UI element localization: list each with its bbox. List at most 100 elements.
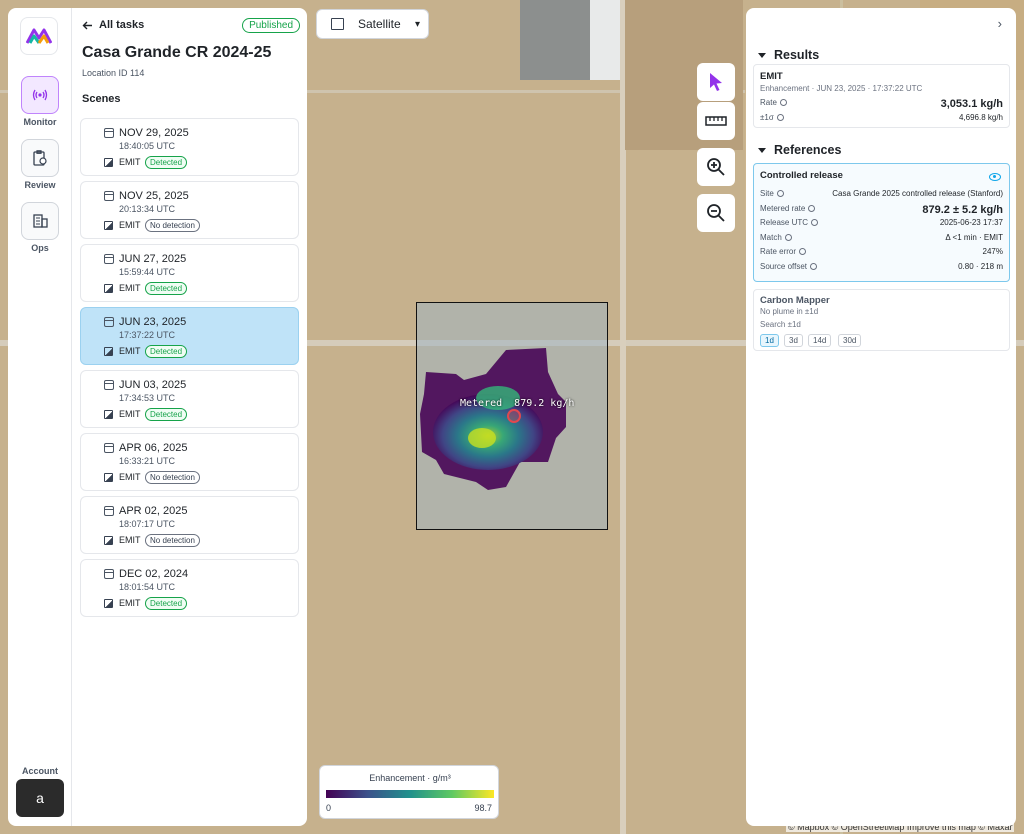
row-label: Rate error (760, 247, 797, 256)
info-icon (810, 262, 817, 270)
controlled-release-row: Match Δ <1 min · EMIT (760, 233, 1003, 242)
image-icon (104, 221, 113, 230)
scenes-heading: Scenes (82, 93, 121, 105)
scene-date: JUN 03, 2025 (119, 379, 187, 391)
arrow-left-icon (82, 21, 92, 29)
image-icon (104, 473, 113, 482)
search-window-chip[interactable]: 30d (838, 334, 862, 347)
scene-card[interactable]: DEC 02, 2024 18:01:54 UTC EMIT Detected (80, 559, 299, 617)
info-icon (784, 233, 792, 241)
nav-monitor-button[interactable] (21, 76, 59, 114)
scene-time: 17:37:22 UTC (119, 330, 176, 340)
controlled-release-title: Controlled release (760, 170, 843, 181)
measure-tool-button[interactable] (697, 102, 735, 140)
chevron-down-icon: ▾ (414, 18, 420, 30)
legend-colorbar (326, 790, 494, 798)
scene-card[interactable]: JUN 03, 2025 17:34:53 UTC EMIT Detected (80, 370, 299, 428)
calendar-icon (104, 506, 114, 516)
scene-card[interactable]: NOV 25, 2025 20:13:34 UTC EMIT No detection (80, 181, 299, 239)
scene-card[interactable]: APR 06, 2025 16:33:21 UTC EMIT No detection (80, 433, 299, 491)
controlled-release-card[interactable]: Controlled release Site Casa Grande 2025 … (753, 163, 1010, 282)
calendar-icon (104, 443, 114, 453)
row-label: Match (760, 232, 782, 242)
eye-icon[interactable] (989, 173, 1001, 181)
nav-ops-button[interactable] (21, 202, 59, 240)
source-marker[interactable] (507, 409, 521, 423)
location-id: Location ID 114 (82, 68, 145, 78)
info-icon (776, 114, 784, 121)
collapse-panel-chevron-icon[interactable]: › (998, 16, 1002, 31)
scene-sensor: EMIT (119, 535, 141, 545)
info-icon (799, 248, 807, 255)
scene-date: APR 06, 2025 (119, 442, 188, 454)
map-industrial-area (520, 0, 620, 80)
info-icon (776, 190, 784, 197)
map-icon (331, 18, 344, 30)
zoom-out-button[interactable] (697, 194, 735, 232)
calendar-icon (104, 380, 114, 390)
scene-card[interactable]: JUN 27, 2025 15:59:44 UTC EMIT Detected (80, 244, 299, 302)
scene-card[interactable]: JUN 23, 2025 17:37:22 UTC EMIT Detected (80, 307, 299, 365)
account-avatar-button[interactable]: a (16, 779, 64, 817)
rate-value: 3,053.1 kg/h (940, 98, 1003, 110)
calendar-icon (104, 317, 114, 327)
row-value: Casa Grande 2025 controlled release (Sta… (832, 189, 1003, 198)
scene-time: 18:07:17 UTC (119, 519, 176, 529)
scene-time: 18:01:54 UTC (119, 582, 176, 592)
controlled-release-row: Source offset 0.80 · 218 m (760, 262, 1003, 271)
basemap-select[interactable]: Satellite ▾ (316, 9, 429, 39)
calendar-icon (104, 128, 114, 138)
select-tool-button[interactable] (697, 63, 735, 101)
scene-sensor: EMIT (119, 472, 141, 482)
emit-subtitle: Enhancement · JUN 23, 2025 · 17:37:22 UT… (760, 84, 923, 93)
info-icon (808, 204, 816, 212)
enhancement-legend: Enhancement · g/m³ 0 98.7 (319, 765, 499, 819)
detection-badge: Detected (145, 282, 188, 295)
broadcast-icon (32, 89, 48, 101)
nav-monitor-label: Monitor (23, 117, 57, 127)
search-window-chip[interactable]: 14d (808, 334, 832, 347)
controlled-release-row: Metered rate 879.2 ± 5.2 kg/h (760, 204, 1003, 216)
scene-date: APR 02, 2025 (119, 505, 188, 517)
image-icon (104, 347, 113, 356)
scene-time: 18:40:05 UTC (119, 141, 176, 151)
scene-date: DEC 02, 2024 (119, 568, 189, 580)
app-logo[interactable] (20, 17, 58, 55)
scene-date: JUN 23, 2025 (119, 316, 187, 328)
detection-badge: No detection (145, 471, 200, 484)
scene-date: NOV 25, 2025 (119, 190, 189, 202)
row-label: Source offset (760, 261, 807, 271)
info-icon (811, 219, 819, 226)
controlled-release-row: Site Casa Grande 2025 controlled release … (760, 189, 1003, 198)
scene-date: JUN 27, 2025 (119, 253, 187, 265)
results-section-toggle[interactable]: Results (758, 48, 819, 62)
scene-card[interactable]: APR 02, 2025 18:07:17 UTC EMIT No detection (80, 496, 299, 554)
scene-time: 17:34:53 UTC (119, 393, 176, 403)
row-label: Site (760, 189, 774, 198)
detection-badge: No detection (145, 534, 200, 547)
nav-review-button[interactable] (21, 139, 59, 177)
row-value: 2025-06-23 17:37 (939, 218, 1003, 227)
search-window-chip[interactable]: 1d (760, 334, 779, 347)
scene-card[interactable]: NOV 29, 2025 18:40:05 UTC EMIT Detected (80, 118, 299, 176)
back-to-tasks-link[interactable]: All tasks (82, 19, 144, 31)
search-window-chip[interactable]: 3d (784, 334, 803, 347)
scene-sensor: EMIT (119, 346, 141, 356)
carbon-mapper-title: Carbon Mapper (760, 295, 830, 306)
sigma-value: 4,696.8 kg/h (958, 113, 1003, 122)
scene-date: NOV 29, 2025 (119, 127, 189, 139)
emit-rate-row: Rate 3,053.1 kg/h (760, 98, 1003, 110)
nav-rail: Monitor Review Ops Account a (8, 8, 72, 826)
emit-result-card[interactable]: EMIT Enhancement · JUN 23, 2025 · 17:37:… (753, 64, 1010, 128)
select-cursor-icon (710, 73, 722, 91)
zoom-in-button[interactable] (697, 148, 735, 186)
sigma-label: ±1σ (760, 113, 774, 122)
clipboard-clock-icon (33, 150, 47, 166)
legend-min: 0 (326, 803, 332, 813)
references-section-toggle[interactable]: References (758, 143, 841, 157)
legend-max: 98.7 (474, 803, 492, 813)
carbon-mapper-subtitle: No plume in ±1d (760, 307, 819, 316)
status-badge: Published (242, 18, 300, 33)
detection-badge: Detected (145, 408, 188, 421)
ruler-icon (705, 116, 727, 126)
